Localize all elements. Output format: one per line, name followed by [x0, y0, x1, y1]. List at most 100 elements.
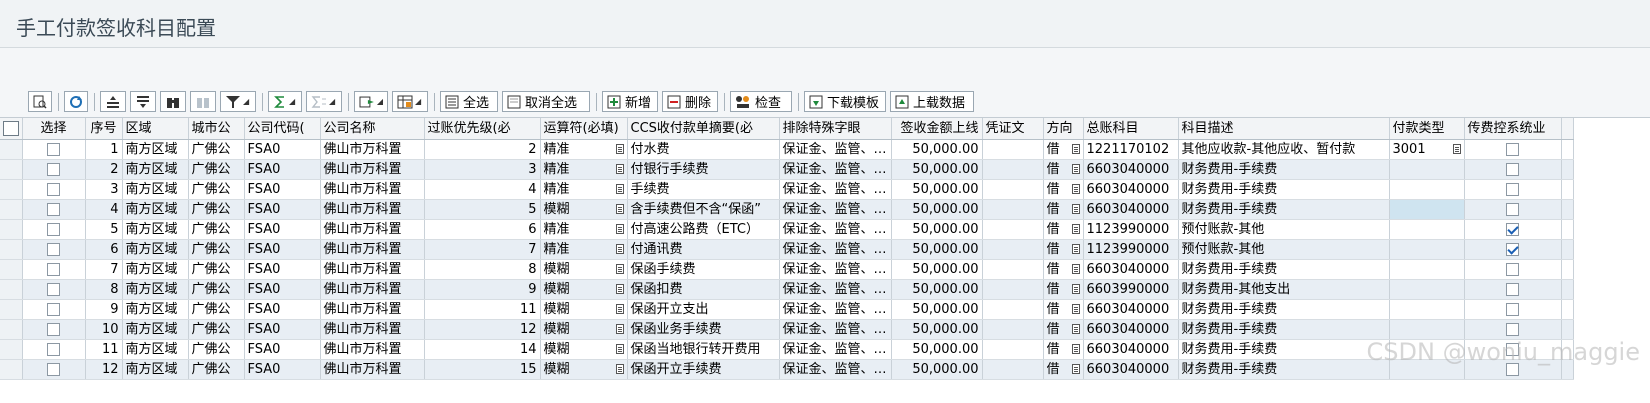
payment-type-cell[interactable]	[1389, 339, 1465, 360]
gl-account-cell[interactable]: 6603040000	[1083, 299, 1179, 320]
value-help-icon[interactable]	[1071, 183, 1080, 194]
city-company-cell[interactable]: 广佛公	[188, 259, 245, 280]
row-selector[interactable]	[0, 299, 23, 320]
company-code-cell[interactable]: FSA0	[244, 319, 321, 340]
exclude-words-cell[interactable]: 保证金、监管、…	[779, 259, 892, 280]
company-code-cell[interactable]: FSA0	[244, 199, 321, 220]
company-name-cell[interactable]: 佛山市万科置	[320, 219, 425, 240]
company-code-cell[interactable]: FSA0	[244, 359, 321, 380]
company-code-cell[interactable]: FSA0	[244, 339, 321, 360]
receipt-amount-cell[interactable]: 50,000.00	[891, 359, 983, 380]
details-button[interactable]	[28, 91, 52, 112]
company-name-cell[interactable]: 佛山市万科置	[320, 279, 425, 300]
table-row[interactable]: 11 南方区域 广佛公 FSA0 佛山市万科置 14 模糊 保函当地银行转开费用 保证金、监管、…	[0, 339, 1574, 360]
sync-flag-cell[interactable]	[1464, 159, 1562, 180]
receipt-amount-cell[interactable]: 50,000.00	[891, 339, 983, 360]
exclude-words-cell[interactable]: 保证金、监管、…	[779, 179, 892, 200]
sync-flag-checkbox[interactable]	[1506, 142, 1519, 156]
value-help-icon[interactable]	[615, 163, 624, 174]
payment-type-cell[interactable]	[1389, 239, 1465, 260]
region-cell[interactable]: 南方区域	[122, 299, 189, 320]
ccs-summary-cell[interactable]: 手续费	[627, 179, 780, 200]
sort-descending-button[interactable]	[130, 91, 156, 112]
ccs-summary-cell[interactable]: 付高速公路费（ETC）	[627, 219, 780, 240]
posting-priority-cell[interactable]: 9	[424, 279, 541, 300]
region-cell[interactable]: 南方区域	[122, 159, 189, 180]
city-company-cell[interactable]: 广佛公	[188, 319, 245, 340]
company-code-cell[interactable]: FSA0	[244, 259, 321, 280]
posting-priority-cell[interactable]: 14	[424, 339, 541, 360]
gl-account-cell[interactable]: 6603040000	[1083, 359, 1179, 380]
exclude-words-cell[interactable]: 保证金、监管、…	[779, 239, 892, 260]
sync-flag-cell[interactable]	[1464, 279, 1562, 300]
gl-account-cell[interactable]: 6603040000	[1083, 259, 1179, 280]
value-help-icon[interactable]	[1071, 283, 1080, 294]
col-header[interactable]: 序号	[85, 118, 123, 140]
gl-account-cell[interactable]: 6603040000	[1083, 319, 1179, 340]
value-help-icon[interactable]	[615, 223, 624, 234]
table-row[interactable]: 10 南方区域 广佛公 FSA0 佛山市万科置 12 模糊 保函业务手续费 保证金、监管、… 50…	[0, 319, 1574, 340]
download-template-button[interactable]: 下载模板	[804, 91, 886, 112]
export-button[interactable]: ◢	[354, 91, 388, 112]
operator-cell[interactable]: 精准	[540, 179, 628, 200]
select-checkbox-cell[interactable]	[22, 259, 86, 280]
posting-priority-cell[interactable]: 15	[424, 359, 541, 380]
select-checkbox-cell[interactable]	[22, 159, 86, 180]
value-help-icon[interactable]	[615, 343, 624, 354]
col-header[interactable]: 运算符(必填)	[540, 118, 628, 140]
city-company-cell[interactable]: 广佛公	[188, 339, 245, 360]
ccs-summary-cell[interactable]: 保函开立支出	[627, 299, 780, 320]
sync-flag-cell[interactable]	[1464, 339, 1562, 360]
exclude-words-cell[interactable]: 保证金、监管、…	[779, 319, 892, 340]
gl-account-cell[interactable]: 1221170102	[1083, 139, 1179, 160]
value-help-icon[interactable]	[1071, 343, 1080, 354]
payment-type-cell[interactable]	[1389, 179, 1465, 200]
sync-flag-checkbox[interactable]	[1506, 182, 1519, 196]
row-selector[interactable]	[0, 199, 23, 220]
row-selector[interactable]	[0, 179, 23, 200]
select-checkbox[interactable]	[47, 362, 60, 376]
value-help-icon[interactable]	[615, 363, 624, 374]
city-company-cell[interactable]: 广佛公	[188, 359, 245, 380]
select-all-button[interactable]: 全选	[440, 91, 498, 112]
col-header[interactable]: 公司代码(	[244, 118, 321, 140]
gl-account-cell[interactable]: 6603040000	[1083, 179, 1179, 200]
gl-account-cell[interactable]: 6603040000	[1083, 199, 1179, 220]
col-header[interactable]: 区域	[122, 118, 189, 140]
city-company-cell[interactable]: 广佛公	[188, 219, 245, 240]
select-checkbox[interactable]	[47, 282, 60, 296]
payment-type-cell[interactable]: 3001	[1389, 139, 1465, 160]
sync-flag-cell[interactable]	[1464, 299, 1562, 320]
company-name-cell[interactable]: 佛山市万科置	[320, 319, 425, 340]
select-checkbox-cell[interactable]	[22, 199, 86, 220]
sync-flag-checkbox[interactable]	[1506, 262, 1519, 276]
sync-flag-cell[interactable]	[1464, 199, 1562, 220]
select-checkbox-cell[interactable]	[22, 319, 86, 340]
select-checkbox[interactable]	[47, 222, 60, 236]
subtotal-button[interactable]: ◢	[306, 91, 342, 112]
company-code-cell[interactable]: FSA0	[244, 239, 321, 260]
select-checkbox-cell[interactable]	[22, 279, 86, 300]
table-row[interactable]: 12 南方区域 广佛公 FSA0 佛山市万科置 15 模糊 保函开立手续费 保证金、监管、… 50…	[0, 359, 1574, 380]
exclude-words-cell[interactable]: 保证金、监管、…	[779, 219, 892, 240]
table-row[interactable]: 3 南方区域 广佛公 FSA0 佛山市万科置 4 精准 手续费 保证金、监管、… 50,000.0…	[0, 179, 1574, 200]
value-help-icon[interactable]	[615, 303, 624, 314]
sync-flag-cell[interactable]	[1464, 219, 1562, 240]
value-help-icon[interactable]	[615, 263, 624, 274]
table-row[interactable]: 5 南方区域 广佛公 FSA0 佛山市万科置 6 精准 付高速公路费（ETC） 保证金、监管、……	[0, 219, 1574, 240]
find-button[interactable]	[160, 91, 186, 112]
direction-cell[interactable]: 借	[1043, 159, 1084, 180]
ccs-summary-cell[interactable]: 付通讯费	[627, 239, 780, 260]
payment-type-cell[interactable]	[1389, 319, 1465, 340]
col-header[interactable]: 科目描述	[1178, 118, 1390, 140]
exclude-words-cell[interactable]: 保证金、监管、…	[779, 299, 892, 320]
gl-account-cell[interactable]: 1123990000	[1083, 219, 1179, 240]
posting-priority-cell[interactable]: 5	[424, 199, 541, 220]
col-header[interactable]: 总账科目	[1083, 118, 1179, 140]
gl-account-cell[interactable]: 6603990000	[1083, 279, 1179, 300]
direction-cell[interactable]: 借	[1043, 239, 1084, 260]
refresh-button[interactable]	[64, 91, 88, 112]
direction-cell[interactable]: 借	[1043, 359, 1084, 380]
direction-cell[interactable]: 借	[1043, 219, 1084, 240]
row-selector[interactable]	[0, 339, 23, 360]
